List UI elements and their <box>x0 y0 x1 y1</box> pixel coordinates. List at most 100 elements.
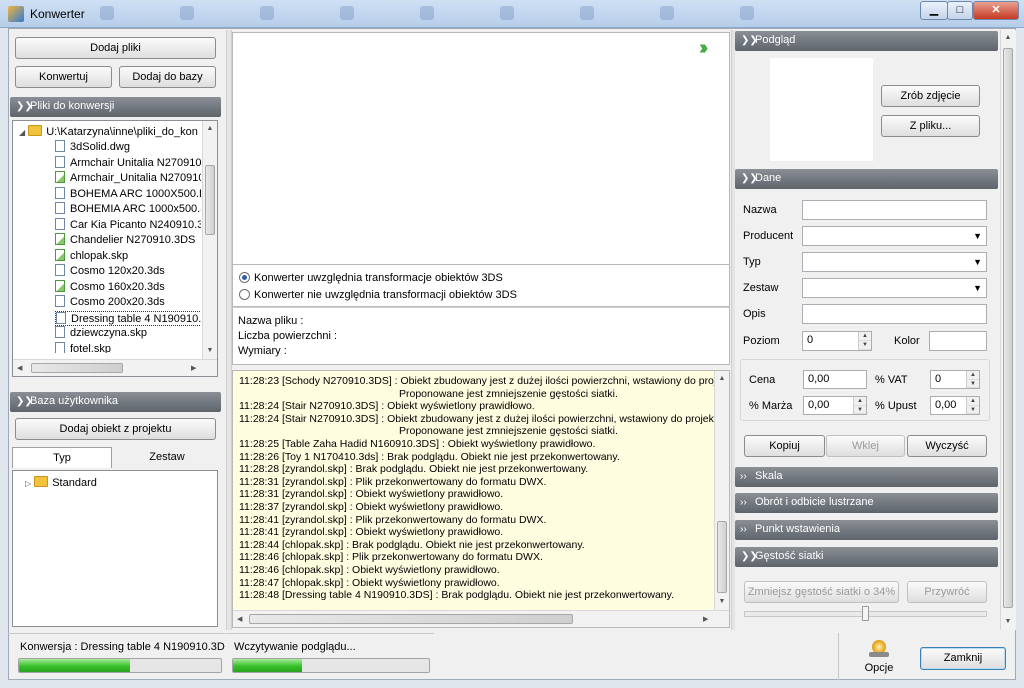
tree-item[interactable]: BOHEMIA ARC 1000x500.3 <box>55 202 201 217</box>
tree-item[interactable]: BOHEMA ARC 1000X500.D <box>55 186 201 202</box>
log-line: 11:28:28 [zyrandol.skp] : Brak podglądu.… <box>239 463 589 476</box>
reduce-density-button[interactable]: Zmniejsz gęstość siatki o 34% <box>744 581 899 603</box>
name-input[interactable] <box>802 200 987 220</box>
tree-item[interactable]: Armchair Unitalia N270910. <box>55 155 201 171</box>
files-tree-hscrollbar[interactable]: ◀ ▶ <box>13 359 217 376</box>
tree-item[interactable]: Cosmo 200x20.3ds <box>55 295 165 310</box>
tree-item[interactable]: fotel.skp <box>55 341 111 353</box>
scroll-thumb[interactable] <box>717 521 727 593</box>
file-info: Nazwa pliku : Liczba powierzchni : Wymia… <box>232 307 730 365</box>
convert-button[interactable]: Konwertuj <box>15 66 112 88</box>
mesh-density-header[interactable]: ❯❯ Gęstość siatki <box>735 547 998 567</box>
scroll-thumb[interactable] <box>205 165 215 235</box>
tree-root-label: U:\Katarzyna\inne\pliki_do_kon <box>46 126 198 138</box>
expand-right-icon[interactable]: ›› <box>699 37 709 60</box>
add-to-database-button[interactable]: Dodaj do bazy <box>119 66 216 88</box>
add-object-from-project-button[interactable]: Dodaj obiekt z projektu <box>15 418 216 440</box>
tree-item-selected[interactable]: Dressing table 4 N190910. <box>55 310 201 326</box>
log-panel[interactable]: 11:28:23 [Schody N270910.3DS] : Obiekt z… <box>232 370 730 628</box>
scroll-left-icon: ◀ <box>17 365 23 372</box>
log-hscrollbar[interactable]: ◀ ▶ <box>233 610 729 627</box>
conversion-status-text: Konwersja : Dressing table 4 N190910.3D <box>20 641 225 653</box>
3d-preview-viewport[interactable]: ›› <box>232 32 730 265</box>
vat-value: 0 <box>935 373 942 385</box>
spinner-buttons[interactable]: ▲ ▼ <box>853 397 866 414</box>
spinner-buttons[interactable]: ▲ ▼ <box>966 397 979 414</box>
tab-set[interactable]: Zestaw <box>116 447 218 468</box>
tree-item[interactable]: Cosmo 160x20.3ds <box>55 279 165 295</box>
from-file-button[interactable]: Z pliku... <box>881 115 980 137</box>
spinner-buttons[interactable]: ▲ ▼ <box>858 332 871 350</box>
tree-root[interactable]: ◢ U:\Katarzyna\inne\pliki_do_kon <box>19 125 198 140</box>
copy-button[interactable]: Kopiuj <box>744 435 825 457</box>
scroll-thumb[interactable] <box>1003 48 1013 608</box>
tree-item[interactable]: dziewczyna.skp <box>55 326 147 341</box>
type-select[interactable]: ▼ <box>802 252 987 272</box>
discount-spinner[interactable]: 0,00 ▲ ▼ <box>930 396 980 415</box>
radio-label: Konwerter nie uwzględnia transformacji o… <box>254 289 517 301</box>
chevron-down-icon: ❯❯ <box>16 101 33 112</box>
scroll-thumb[interactable] <box>31 363 123 373</box>
scroll-down-icon: ▼ <box>1004 618 1012 625</box>
restore-button[interactable]: Przywróć <box>907 581 987 603</box>
log-line: Proponowane jest zmniejszenie gęstości s… <box>399 387 618 400</box>
spin-up-icon: ▲ <box>967 371 979 380</box>
add-files-button[interactable]: Dodaj pliki <box>15 37 216 59</box>
options-button[interactable]: Opcje <box>857 636 901 678</box>
level-spinner[interactable]: 0 ▲ ▼ <box>802 331 872 351</box>
tree-item[interactable]: Chandelier N270910.3DS <box>55 233 195 248</box>
insert-header-label: Punkt wstawienia <box>755 523 840 535</box>
description-input[interactable] <box>802 304 987 324</box>
close-dialog-button[interactable]: Zamknij <box>920 647 1006 670</box>
producer-select[interactable]: ▼ <box>802 226 987 246</box>
tab-type[interactable]: Typ <box>12 447 112 468</box>
set-select[interactable]: ▼ <box>802 278 987 298</box>
clear-button[interactable]: Wyczyść <box>907 435 987 457</box>
data-header[interactable]: ❯❯ Dane <box>735 169 998 189</box>
tree-item[interactable]: Cosmo 120x20.3ds <box>55 264 165 279</box>
thumbnail-preview[interactable] <box>770 58 873 161</box>
left-status-area: Konwersja : Dressing table 4 N190910.3D <box>8 633 225 680</box>
tree-item[interactable]: chlopak.skp <box>55 248 128 264</box>
minimize-button[interactable]: ▁ <box>920 1 948 20</box>
tree-root-standard[interactable]: ▷ Standard <box>25 476 97 491</box>
price-group: Cena 0,00 % VAT 0 ▲ ▼ % Marża 0,00 ▲ ▼ % U… <box>740 359 990 421</box>
scroll-thumb[interactable] <box>249 614 573 624</box>
rotation-header[interactable]: ›› Obrót i odbicie lustrzane <box>735 493 998 513</box>
user-database-tree[interactable]: ▷ Standard <box>12 470 218 627</box>
maximize-button[interactable]: □ <box>947 1 973 20</box>
tree-item[interactable]: Armchair_Unitalia N270910. <box>55 171 201 186</box>
folder-icon <box>28 125 43 136</box>
spin-up-icon: ▲ <box>859 332 871 341</box>
tree-item[interactable]: Car Kia Picanto N240910.3 <box>55 217 201 233</box>
file-icon <box>55 202 65 214</box>
files-tree[interactable]: ◢ U:\Katarzyna\inne\pliki_do_kon 3dSolid… <box>12 120 218 377</box>
right-panel-vscrollbar[interactable]: ▲ ▼ <box>1000 30 1015 630</box>
log-vscrollbar[interactable]: ▲ ▼ <box>714 371 729 610</box>
paste-button[interactable]: Wklej <box>826 435 905 457</box>
type-label: Typ <box>743 256 761 268</box>
vat-spinner[interactable]: 0 ▲ ▼ <box>930 370 980 389</box>
radio-with-transform[interactable]: Konwerter uwzględnia transformacje obiek… <box>239 272 503 284</box>
spinner-buttons[interactable]: ▲ ▼ <box>966 371 979 388</box>
user-database-header[interactable]: ❯❯ Baza użytkownika <box>10 392 221 412</box>
scale-header[interactable]: ›› Skala <box>735 467 998 487</box>
vat-label: % VAT <box>875 374 908 386</box>
scroll-up-icon: ▲ <box>206 125 214 132</box>
radio-without-transform[interactable]: Konwerter nie uwzględnia transformacji o… <box>239 289 517 301</box>
files-to-convert-header[interactable]: ❯❯ Pliki do konwersji <box>10 97 221 117</box>
progress-fill <box>19 659 131 672</box>
preview-header[interactable]: ❯❯ Podgląd <box>735 31 998 51</box>
take-photo-button[interactable]: Zrób zdjęcie <box>881 85 980 107</box>
dimensions-label: Wymiary : <box>238 345 287 357</box>
color-picker[interactable] <box>929 331 987 351</box>
log-line: 11:28:26 [Toy 1 N170410.3ds] : Brak podg… <box>239 450 620 463</box>
files-tree-vscrollbar[interactable]: ▲ ▼ <box>202 121 217 359</box>
insert-point-header[interactable]: ›› Punkt wstawienia <box>735 520 998 540</box>
price-input[interactable]: 0,00 <box>803 370 867 389</box>
density-slider-thumb[interactable] <box>862 606 869 621</box>
margin-spinner[interactable]: 0,00 ▲ ▼ <box>803 396 867 415</box>
producer-label: Producent <box>743 230 794 242</box>
close-window-button[interactable]: ✕ <box>973 1 1019 20</box>
tree-item[interactable]: 3dSolid.dwg <box>55 140 130 155</box>
